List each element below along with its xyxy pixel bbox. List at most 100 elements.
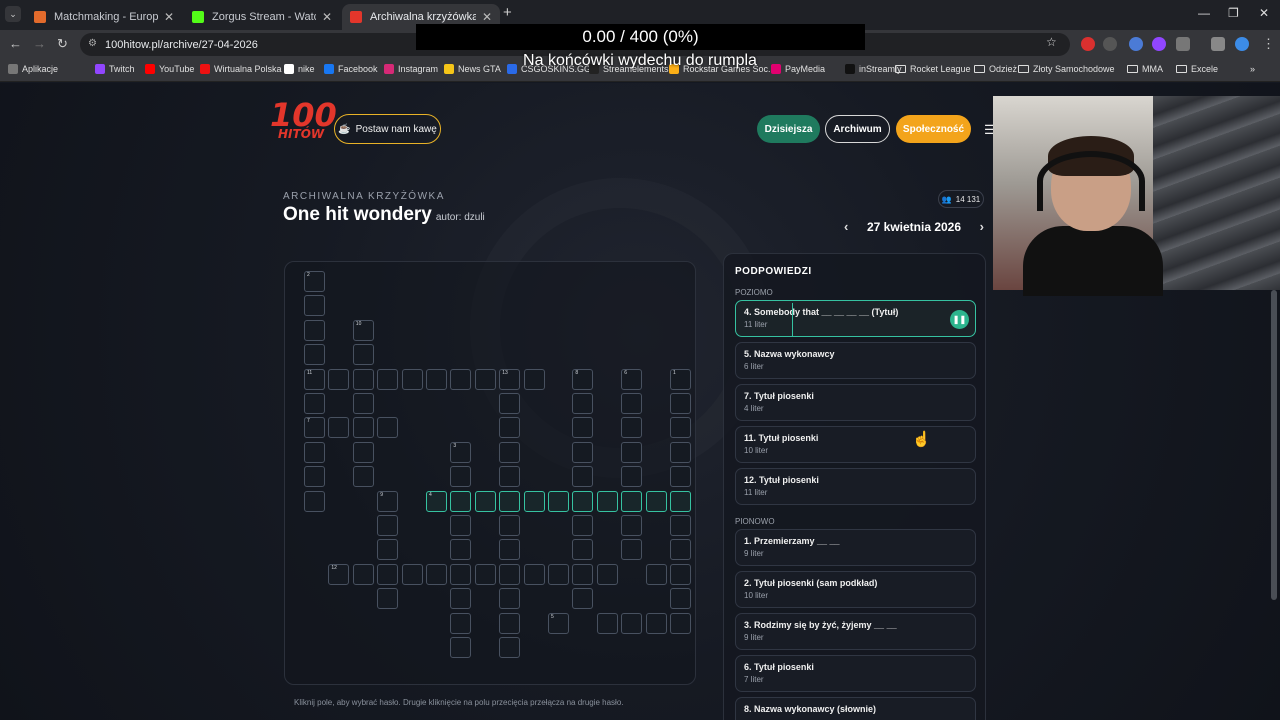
bookmark-odzie-[interactable]: Odzież <box>974 64 1017 74</box>
grid-cell[interactable] <box>645 490 667 512</box>
close-tab-icon[interactable]: ✕ <box>322 10 332 24</box>
grid-cell[interactable] <box>499 490 521 512</box>
grid-cell[interactable] <box>304 466 325 488</box>
grid-cell[interactable] <box>596 612 618 634</box>
browser-tab-kick[interactable]: Zorgus Stream - Watch Live on ✕ <box>184 4 340 30</box>
grid-cell[interactable] <box>377 417 399 439</box>
grid-cell[interactable] <box>450 466 472 488</box>
grid-cell[interactable] <box>523 490 545 512</box>
grid-cell[interactable] <box>572 441 594 463</box>
bookmark-rocket-league[interactable]: Rocket League <box>895 64 971 74</box>
window-close-icon[interactable]: ✕ <box>1259 6 1269 20</box>
grid-cell[interactable] <box>572 466 594 488</box>
grid-cell[interactable] <box>670 466 691 488</box>
clue-item[interactable]: 1. Przemierzamy __ __ 9 liter <box>735 529 976 566</box>
grid-cell[interactable] <box>450 637 472 658</box>
grid-cell[interactable]: 11 <box>304 368 325 390</box>
grid-cell[interactable] <box>352 368 374 390</box>
grid-cell[interactable] <box>450 588 472 610</box>
forward-icon[interactable]: → <box>33 36 46 51</box>
clue-item[interactable]: 7. Tytuł piosenki 4 liter <box>735 384 976 421</box>
grid-cell[interactable] <box>450 612 472 634</box>
grid-cell[interactable] <box>670 515 691 536</box>
grid-cell[interactable] <box>377 588 399 610</box>
grid-cell[interactable]: 3 <box>450 441 472 463</box>
grid-cell[interactable] <box>621 393 643 414</box>
bookmark-youtube[interactable]: YouTube <box>145 64 194 74</box>
grid-cell[interactable] <box>670 588 691 610</box>
minimize-icon[interactable]: — <box>1198 6 1210 20</box>
grid-cell[interactable] <box>474 368 496 390</box>
grid-cell[interactable]: 13 <box>499 368 521 390</box>
crossword-grid[interactable]: 2 10 11 13 8 6 1 7 3 9 4 12 5 <box>284 261 696 685</box>
browser-tab-matchmaking[interactable]: Matchmaking - Europe 5v5 Qu ✕ <box>26 4 182 30</box>
grid-cell[interactable] <box>401 563 423 585</box>
grid-cell[interactable] <box>621 441 643 463</box>
grid-cell[interactable] <box>352 393 374 414</box>
grid-cell[interactable] <box>670 393 691 414</box>
grid-cell[interactable] <box>596 563 618 585</box>
grid-cell[interactable]: 1 <box>670 368 691 390</box>
grid-cell[interactable] <box>450 515 472 536</box>
grid-cell[interactable] <box>548 490 569 512</box>
grid-cell[interactable] <box>572 588 594 610</box>
clue-item[interactable]: 2. Tytuł piosenki (sam podkład) 10 liter <box>735 571 976 608</box>
grid-cell[interactable] <box>328 368 350 390</box>
grid-cell[interactable] <box>401 368 423 390</box>
grid-cell[interactable] <box>499 417 521 439</box>
bookmark-mma[interactable]: MMA <box>1127 64 1163 74</box>
grid-cell[interactable] <box>352 563 374 585</box>
grid-cell[interactable] <box>621 490 643 512</box>
grid-cell[interactable] <box>304 344 325 366</box>
grid-cell[interactable]: 10 <box>352 319 374 341</box>
grid-cell[interactable] <box>523 563 545 585</box>
browser-menu-icon[interactable]: ⋮ <box>1262 36 1275 52</box>
bookmark-aplikacje[interactable]: Aplikacje <box>8 64 58 74</box>
grid-cell[interactable] <box>304 295 325 317</box>
extensions-puzzle-icon[interactable] <box>1176 37 1190 51</box>
grid-cell[interactable] <box>572 490 594 512</box>
grid-cell[interactable] <box>670 417 691 439</box>
grid-cell[interactable] <box>474 563 496 585</box>
grid-cell[interactable] <box>304 441 325 463</box>
grid-cell[interactable] <box>621 612 643 634</box>
grid-cell[interactable]: 2 <box>304 271 325 292</box>
grid-cell[interactable] <box>621 539 643 561</box>
grid-cell[interactable] <box>450 539 472 561</box>
grid-cell[interactable] <box>499 588 521 610</box>
grid-cell[interactable] <box>670 490 691 512</box>
clue-item[interactable]: 8. Nazwa wykonawcy (słownie) <box>735 697 976 720</box>
clue-item[interactable]: 3. Rodzimy się by żyć, żyjemy __ __ 9 lit… <box>735 613 976 650</box>
grid-cell[interactable] <box>670 539 691 561</box>
site-logo[interactable]: 100 HITÓW <box>270 99 337 140</box>
bookmark-star-icon[interactable]: ☆ <box>1046 35 1060 49</box>
grid-cell[interactable] <box>572 393 594 414</box>
grid-cell[interactable] <box>426 368 447 390</box>
grid-cell[interactable] <box>621 417 643 439</box>
grid-cell[interactable] <box>352 344 374 366</box>
extension-icon[interactable] <box>1103 37 1117 51</box>
grid-cell[interactable] <box>352 466 374 488</box>
grid-cell[interactable]: 5 <box>548 612 569 634</box>
grid-cell[interactable] <box>572 563 594 585</box>
nav-today-button[interactable]: Dzisiejsza <box>757 115 820 143</box>
grid-cell[interactable] <box>352 441 374 463</box>
grid-cell[interactable] <box>596 490 618 512</box>
grid-cell[interactable] <box>499 563 521 585</box>
grid-cell[interactable] <box>621 466 643 488</box>
bookmark-excele[interactable]: Excele <box>1176 64 1218 74</box>
bookmark-instreamly[interactable]: inStreamly <box>845 64 902 74</box>
clue-item[interactable]: 6. Tytuł piosenki 7 liter <box>735 655 976 692</box>
grid-cell[interactable]: 4 <box>426 490 447 512</box>
grid-cell[interactable] <box>499 637 521 658</box>
grid-cell[interactable] <box>670 612 691 634</box>
buy-coffee-button[interactable]: ☕ Postaw nam kawę <box>334 114 441 144</box>
grid-cell[interactable] <box>523 368 545 390</box>
back-icon[interactable]: ← <box>9 36 22 51</box>
grid-cell[interactable] <box>474 490 496 512</box>
grid-cell[interactable] <box>499 539 521 561</box>
grid-cell[interactable] <box>450 368 472 390</box>
more-bookmarks-icon[interactable]: » <box>1250 64 1255 74</box>
grid-cell[interactable] <box>377 515 399 536</box>
grid-cell[interactable] <box>572 417 594 439</box>
